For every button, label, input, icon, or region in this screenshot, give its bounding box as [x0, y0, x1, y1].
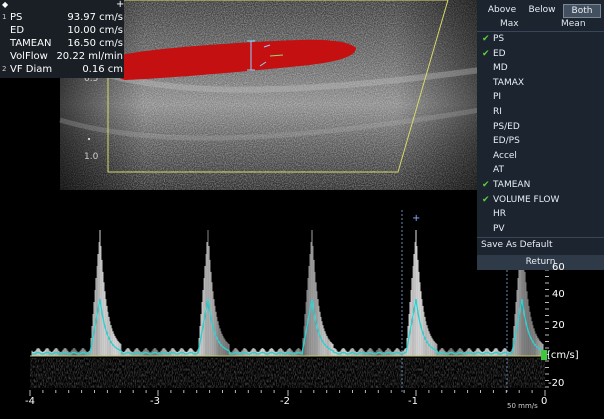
menu-item-tamax[interactable]: TAMAX — [477, 76, 604, 90]
measurement-value: 0.16 cm — [82, 64, 123, 75]
menu-item-tamean[interactable]: ✔ TAMEAN — [477, 178, 604, 192]
measurement-label: PS — [10, 12, 23, 23]
menu-item-label: RI — [493, 107, 502, 117]
checkmark-icon: ✔ — [482, 180, 490, 190]
time-tick--3: -3 — [150, 396, 160, 407]
menu-item-label: MD — [493, 63, 508, 74]
measurement-value: 16.50 cm/s — [67, 38, 123, 49]
menu-item-label: TAMEAN — [493, 180, 531, 190]
menu-item-ed-ps[interactable]: ED/PS — [477, 134, 604, 148]
velocity-axis — [545, 269, 549, 388]
measurement-value: 93.97 cm/s — [67, 12, 123, 23]
menu-item-label: PI — [493, 92, 502, 103]
return-button[interactable]: Return — [477, 255, 604, 270]
menu-item-label: ED — [493, 48, 506, 59]
sweep-speed: 50 mm/s — [507, 402, 538, 410]
time-tick-0: 0 — [541, 396, 548, 407]
menu-item-label: Accel — [493, 150, 517, 161]
spectral-doppler: + — [30, 210, 545, 392]
measurement-bullet-icon: ◆ — [2, 0, 9, 9]
checkmark-icon: ✔ — [482, 194, 490, 205]
measurement-header: ◆ + — [0, 0, 124, 10]
menu-item-volume-flow[interactable]: ✔ VOLUME FLOW — [477, 193, 604, 207]
depth-mark-bottom: 1.0 — [84, 152, 99, 162]
menu-item-pi[interactable]: PI — [477, 90, 604, 104]
menu-item-label: AT — [493, 165, 504, 176]
measurement-row-ps: 1 PS 93.97 cm/s — [0, 11, 124, 24]
time-tick--2: -2 — [280, 396, 290, 407]
menu-item-label: TAMAX — [493, 77, 525, 88]
tab-both[interactable]: Both — [563, 4, 601, 18]
menu-item-pv[interactable]: PV — [477, 222, 604, 236]
menu-item-at[interactable]: AT — [477, 163, 604, 177]
calc-menu: Above Below Both Max Mean ✔ PS ✔ ED MD TAMAX P… — [477, 0, 604, 270]
menu-item-label: PS — [493, 34, 505, 44]
menu-item-ed[interactable]: ✔ ED — [477, 47, 604, 61]
tab-below[interactable]: Below — [523, 4, 561, 16]
menu-item-ps[interactable]: ✔ PS — [477, 32, 604, 46]
velocity-unit: [cm/s] — [547, 350, 579, 361]
measurement-panel: ◆ + 1 PS 93.97 cm/s ED 10.00 cm/s TAMEAN… — [0, 0, 124, 78]
measurement-value: 20.22 ml/min — [56, 51, 123, 62]
measurement-label: VolFlow — [10, 51, 48, 62]
measurement-row-tamean: TAMEAN 16.50 cm/s — [0, 37, 124, 50]
measurement-add-icon[interactable]: + — [116, 0, 124, 11]
time-tick--4: -4 — [25, 396, 35, 407]
velocity-tick-20: 20 — [552, 320, 565, 331]
measurement-label: VF Diam — [10, 64, 53, 75]
measurement-row-vf-diam: 2 VF Diam 0.16 cm — [0, 63, 124, 76]
tab-above[interactable]: Above — [482, 4, 522, 16]
time-tick--1: -1 — [408, 396, 418, 407]
menu-item-label: PV — [493, 223, 505, 234]
measurement-index: 2 — [2, 65, 7, 73]
menu-item-label: PS/ED — [493, 121, 520, 132]
checkmark-icon: ✔ — [482, 48, 490, 59]
measurement-row-volflow: VolFlow 20.22 ml/min — [0, 50, 124, 63]
depth-dot — [88, 138, 90, 140]
menu-item-md[interactable]: MD — [477, 61, 604, 75]
menu-item-label: VOLUME FLOW — [493, 194, 560, 205]
velocity-tick-60-partial: 60 — [552, 262, 565, 270]
sub-max[interactable]: Max — [500, 19, 519, 29]
menu-item-label: ED/PS — [493, 136, 520, 147]
measurement-label: ED — [10, 25, 25, 36]
menu-item-ps-ed[interactable]: PS/ED — [477, 120, 604, 134]
measurement-index: 1 — [2, 13, 7, 21]
menu-item-label: HR — [493, 209, 507, 220]
velocity-tick-neg20: -20 — [548, 378, 565, 389]
checkmark-icon: ✔ — [482, 34, 490, 44]
measurement-value: 10.00 cm/s — [67, 25, 123, 36]
measurement-label: TAMEAN — [10, 38, 52, 49]
menu-item-hr[interactable]: HR — [477, 207, 604, 221]
measurement-row-ed: ED 10.00 cm/s — [0, 24, 124, 37]
velocity-tick-40: 40 — [552, 289, 565, 300]
cursor-crosshair-icon[interactable]: + — [412, 213, 420, 224]
menu-item-accel[interactable]: Accel — [477, 149, 604, 163]
save-as-default-button[interactable]: Save As Default — [481, 238, 604, 252]
menu-item-ri[interactable]: RI — [477, 105, 604, 119]
sub-mean[interactable]: Mean — [561, 19, 586, 29]
